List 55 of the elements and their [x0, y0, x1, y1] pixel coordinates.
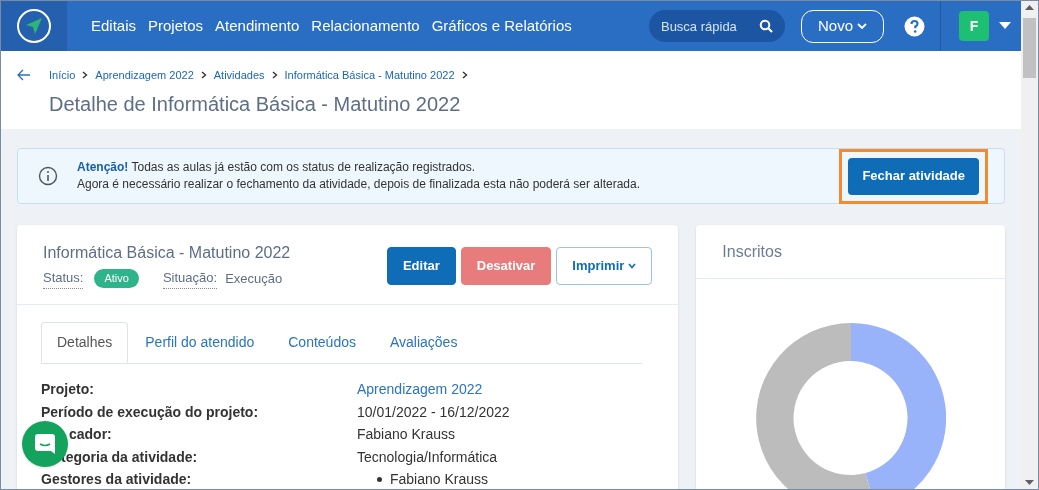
breadcrumb-link[interactable]: Atividades [213, 67, 265, 84]
situation-value: Execução [225, 269, 283, 288]
breadcrumb-link[interactable]: Aprendizagem 2022 [95, 67, 194, 84]
chevron-down-icon [628, 263, 637, 269]
nav-link[interactable]: Atendimento [215, 14, 300, 38]
nav-link[interactable]: Editais [91, 14, 137, 38]
print-button[interactable]: Imprimir [556, 247, 653, 285]
logo-icon[interactable] [16, 8, 52, 44]
deactivate-button[interactable]: Desativar [460, 247, 552, 285]
nav-link[interactable]: Gráficos e Relatórios [431, 14, 572, 38]
situation-label: Situação: [162, 268, 218, 289]
nav-link[interactable]: Relacionamento [311, 14, 420, 38]
scrollbar-thumb[interactable] [1023, 18, 1036, 78]
detail-label: Período de execução do projeto: [41, 402, 260, 422]
scrollbar[interactable] [1021, 1, 1038, 489]
scroll-down-icon[interactable] [1025, 480, 1034, 485]
alert-text: Agora é necessário realizar o fechamento da atividade, depois de finalizada esta não poderá ser alterada. [77, 176, 641, 193]
search-field[interactable]: Busca rápida [648, 10, 785, 42]
detail-value: Tecnologia/Informática [357, 447, 498, 467]
chevron-right-icon [461, 71, 468, 80]
tab[interactable]: Perfil do atendido [128, 322, 272, 363]
alert-text: Atenção! Todas as aulas já estão com os status de realização registrados. [77, 159, 476, 176]
detail-label: Projeto: [41, 380, 95, 399]
chevron-right-icon [271, 71, 278, 80]
detail-value: 10/01/2022 - 16/12/2022 [357, 402, 510, 422]
breadcrumb-link[interactable]: Informática Básica - Matutino 2022 [284, 67, 455, 84]
chevron-right-icon [82, 71, 89, 80]
close-activity-button[interactable]: Fechar atividade [848, 157, 979, 195]
chevron-down-icon [857, 22, 867, 30]
status-badge: Ativo [94, 269, 139, 288]
breadcrumb-link[interactable]: Início [49, 67, 76, 84]
chat-icon [34, 433, 56, 455]
edit-button[interactable]: Editar [386, 247, 456, 285]
detail-label: Gestores da atividade: [41, 470, 193, 489]
help-icon[interactable] [904, 15, 925, 37]
detail-label: cador: [68, 425, 113, 444]
nav-link[interactable]: Projetos [148, 14, 204, 38]
detail-value: Fabiano Krauss [390, 470, 489, 489]
new-button[interactable]: Novo [800, 9, 884, 43]
tab[interactable]: Detalhes [41, 322, 129, 363]
detail-value: Fabiano Krauss [357, 425, 456, 444]
search-icon [758, 19, 773, 33]
status-label: Status: [43, 268, 84, 289]
project-link[interactable]: Aprendizagem 2022 [357, 378, 483, 401]
tab[interactable]: Conteúdos [271, 322, 373, 363]
caret-down-icon[interactable] [999, 22, 1011, 30]
activity-title: Informática Básica - Matutino 2022 [43, 243, 291, 263]
card-title: Inscritos [722, 241, 782, 262]
bullet-icon [377, 476, 382, 482]
tab[interactable]: Avaliações [372, 322, 475, 363]
scroll-up-icon[interactable] [1025, 5, 1034, 10]
page-title: Detalhe de Informática Básica - Matutino 2022 [49, 91, 462, 117]
info-icon [38, 166, 58, 186]
chevron-right-icon [200, 71, 207, 80]
back-arrow-icon[interactable] [17, 69, 31, 82]
